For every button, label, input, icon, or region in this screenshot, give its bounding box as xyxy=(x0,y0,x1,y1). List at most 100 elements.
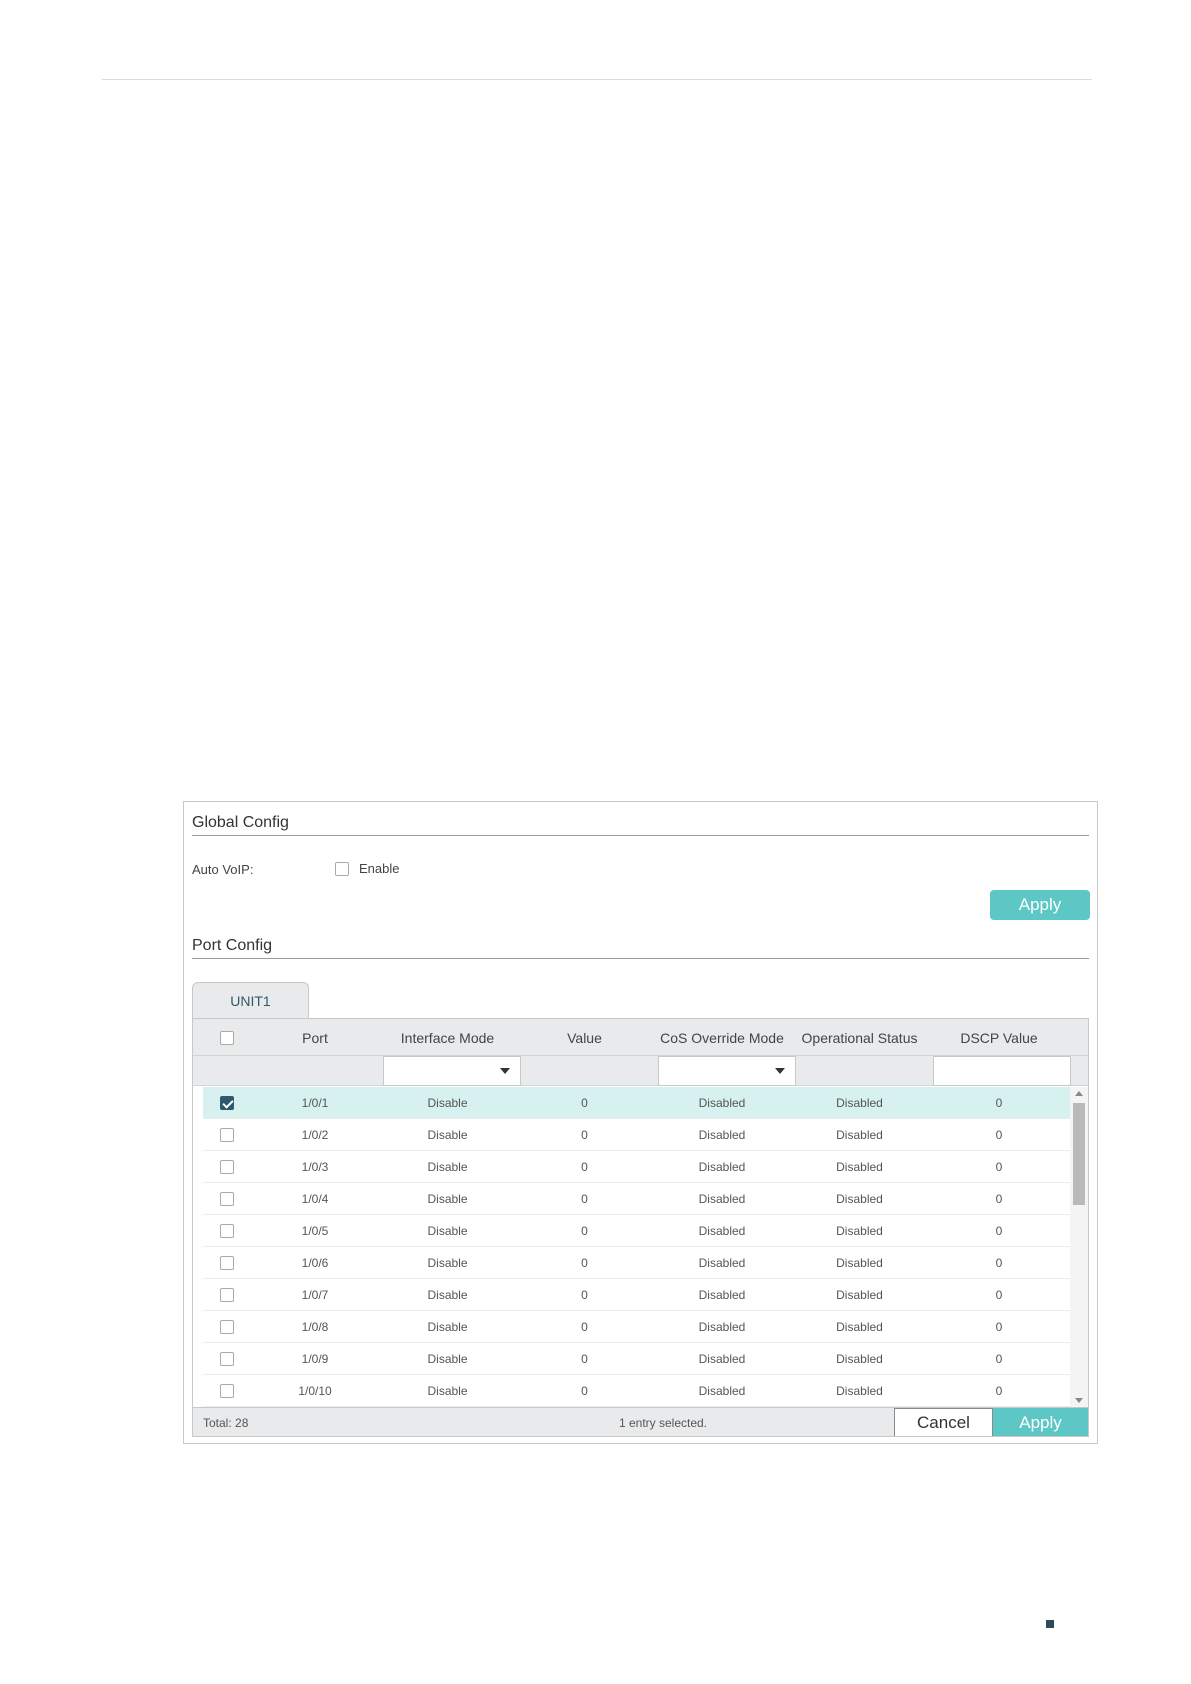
cell-interface-mode: Disable xyxy=(427,1160,468,1174)
cell-value: 0 xyxy=(581,1224,588,1238)
cell-interface-mode: Disable xyxy=(427,1192,468,1206)
filter-row xyxy=(193,1056,1088,1086)
scroll-up-icon[interactable] xyxy=(1075,1091,1083,1096)
cell-cos-override-mode: Disabled xyxy=(698,1160,746,1174)
auto-voip-panel: Global Config Auto VoIP: Enable Apply Po… xyxy=(183,801,1098,1444)
cell-dscp-value: 0 xyxy=(995,1384,1003,1398)
table-row[interactable]: 1/0/4 Disable 0 Disabled Disabled 0 xyxy=(203,1183,1070,1215)
cell-port: 1/0/9 xyxy=(301,1352,329,1366)
cell-operational-status: Disabled xyxy=(836,1128,883,1142)
cell-checkbox xyxy=(203,1087,251,1119)
table-row[interactable]: 1/0/3 Disable 0 Disabled Disabled 0 xyxy=(203,1151,1070,1183)
cell-interface-mode: Disable xyxy=(427,1288,468,1302)
table-row[interactable]: 1/0/10 Disable 0 Disabled Disabled 0 xyxy=(203,1375,1070,1407)
table-row[interactable]: 1/0/9 Disable 0 Disabled Disabled 0 xyxy=(203,1343,1070,1375)
table-row[interactable]: 1/0/2 Disable 0 Disabled Disabled 0 xyxy=(203,1119,1070,1151)
cell-cos-override-mode: Disabled xyxy=(698,1192,746,1206)
cell-port: 1/0/7 xyxy=(301,1288,329,1302)
table-row[interactable]: 1/0/7 Disable 0 Disabled Disabled 0 xyxy=(203,1279,1070,1311)
cell-value: 0 xyxy=(581,1288,588,1302)
enable-label: Enable xyxy=(359,861,400,876)
cell-interface-mode: Disable xyxy=(427,1320,468,1334)
row-checkbox[interactable] xyxy=(220,1224,234,1238)
cell-value: 0 xyxy=(581,1384,588,1398)
cell-port: 1/0/6 xyxy=(301,1256,329,1270)
cell-checkbox xyxy=(203,1183,251,1215)
auto-voip-enable[interactable]: Enable xyxy=(335,861,399,876)
cos-override-mode-filter-select[interactable] xyxy=(658,1056,796,1086)
row-checkbox[interactable] xyxy=(220,1384,234,1398)
cell-operational-status: Disabled xyxy=(836,1352,883,1366)
row-checkbox[interactable] xyxy=(220,1192,234,1206)
cell-port: 1/0/10 xyxy=(298,1384,332,1398)
row-checkbox[interactable] xyxy=(220,1128,234,1142)
scroll-down-icon[interactable] xyxy=(1075,1398,1083,1403)
cell-operational-status: Disabled xyxy=(836,1288,883,1302)
global-apply-button[interactable]: Apply xyxy=(990,890,1090,920)
select-all-checkbox[interactable] xyxy=(220,1030,234,1045)
column-header-port[interactable]: Port xyxy=(251,1019,379,1056)
table-body: 1/0/1 Disable 0 Disabled Disabled 0 1/0/2 Disab… xyxy=(203,1087,1070,1407)
cell-port: 1/0/1 xyxy=(301,1096,329,1110)
row-checkbox[interactable] xyxy=(220,1160,234,1174)
cell-port: 1/0/4 xyxy=(301,1192,329,1206)
port-apply-button[interactable]: Apply xyxy=(993,1408,1088,1436)
table-footer: Total: 28 1 entry selected. Cancel Apply xyxy=(193,1407,1088,1436)
cell-interface-mode: Disable xyxy=(427,1224,468,1238)
column-header-cos-override-mode[interactable]: CoS Override Mode xyxy=(653,1019,791,1056)
table-header: Port Interface Mode Value CoS Override M… xyxy=(193,1019,1088,1056)
cell-interface-mode: Disable xyxy=(427,1128,468,1142)
selected-count: 1 entry selected. xyxy=(618,1415,708,1430)
cell-value: 0 xyxy=(581,1096,588,1110)
column-header-dscp-value[interactable]: DSCP Value xyxy=(928,1019,1070,1056)
cell-dscp-value: 0 xyxy=(995,1256,1003,1270)
row-checkbox[interactable] xyxy=(220,1288,234,1302)
interface-mode-filter-select[interactable] xyxy=(383,1056,521,1086)
chevron-down-icon xyxy=(500,1068,510,1074)
cell-port: 1/0/5 xyxy=(301,1224,329,1238)
port-config-title: Port Config xyxy=(192,937,273,954)
cell-dscp-value: 0 xyxy=(995,1096,1003,1110)
column-header-operational-status[interactable]: Operational Status xyxy=(791,1019,928,1056)
cell-interface-mode: Disable xyxy=(427,1256,468,1270)
cell-operational-status: Disabled xyxy=(836,1192,883,1206)
table-row[interactable]: 1/0/1 Disable 0 Disabled Disabled 0 xyxy=(203,1087,1070,1119)
tab-unit1[interactable]: UNIT1 xyxy=(192,982,309,1018)
row-checkbox[interactable] xyxy=(220,1096,234,1110)
port-config-table: Port Interface Mode Value CoS Override M… xyxy=(192,1018,1089,1437)
auto-voip-enable-checkbox[interactable] xyxy=(335,861,349,876)
global-config-title: Global Config xyxy=(192,814,289,831)
cell-cos-override-mode: Disabled xyxy=(698,1384,746,1398)
cell-checkbox xyxy=(203,1151,251,1183)
cell-port: 1/0/3 xyxy=(301,1160,329,1174)
column-header-value[interactable]: Value xyxy=(516,1019,653,1056)
column-header-interface-mode[interactable]: Interface Mode xyxy=(379,1019,516,1056)
cell-value: 0 xyxy=(581,1128,588,1142)
cell-cos-override-mode: Disabled xyxy=(698,1128,746,1142)
row-checkbox[interactable] xyxy=(220,1352,234,1366)
cell-operational-status: Disabled xyxy=(836,1096,883,1110)
cell-dscp-value: 0 xyxy=(995,1128,1003,1142)
cell-dscp-value: 0 xyxy=(995,1352,1003,1366)
port-config-divider xyxy=(192,958,1089,959)
cell-operational-status: Disabled xyxy=(836,1384,883,1398)
cell-operational-status: Disabled xyxy=(836,1320,883,1334)
auto-voip-label: Auto VoIP: xyxy=(192,862,254,877)
cell-value: 0 xyxy=(581,1352,588,1366)
cell-cos-override-mode: Disabled xyxy=(698,1256,746,1270)
table-row[interactable]: 1/0/6 Disable 0 Disabled Disabled 0 xyxy=(203,1247,1070,1279)
cancel-button[interactable]: Cancel xyxy=(894,1408,993,1436)
cell-checkbox xyxy=(203,1375,251,1407)
scroll-thumb[interactable] xyxy=(1073,1103,1085,1205)
top-divider xyxy=(102,79,1092,80)
page-marker xyxy=(1046,1620,1054,1628)
row-checkbox[interactable] xyxy=(220,1256,234,1270)
table-scrollbar[interactable] xyxy=(1070,1087,1088,1407)
cell-checkbox xyxy=(203,1311,251,1343)
table-row[interactable]: 1/0/8 Disable 0 Disabled Disabled 0 xyxy=(203,1311,1070,1343)
table-row[interactable]: 1/0/5 Disable 0 Disabled Disabled 0 xyxy=(203,1215,1070,1247)
cell-dscp-value: 0 xyxy=(995,1192,1003,1206)
row-checkbox[interactable] xyxy=(220,1320,234,1334)
cell-operational-status: Disabled xyxy=(836,1160,883,1174)
dscp-value-filter-input[interactable] xyxy=(933,1056,1071,1086)
